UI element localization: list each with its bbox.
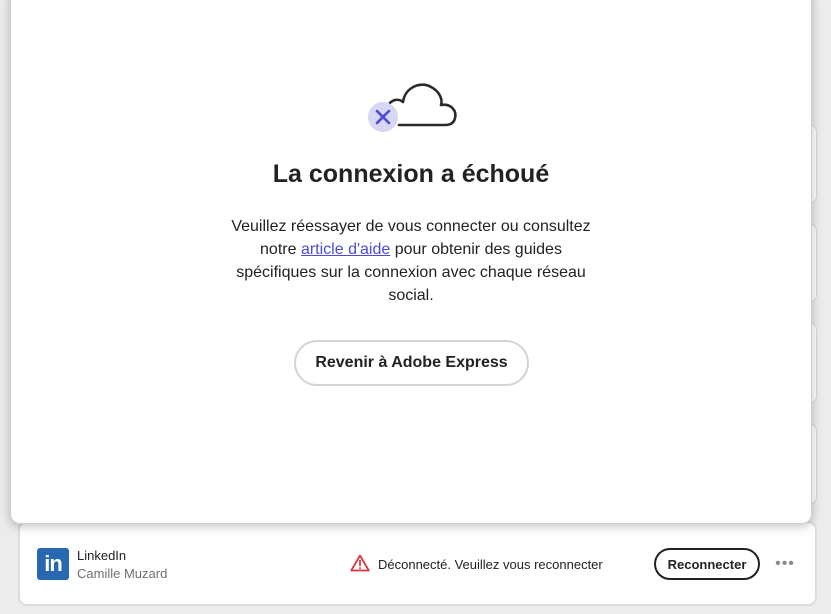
warning-icon [350,554,370,575]
more-options-icon[interactable]: ••• [773,553,797,575]
account-network-name: LinkedIn [77,548,127,563]
linkedin-logo-icon: in [37,548,69,580]
cloud-error-icon [365,71,465,137]
account-user-name: Camille Muzard [77,566,168,581]
connection-failed-dialog: La connexion a échoué Veuillez réessayer… [10,0,812,524]
connection-status: Déconnecté. Veuillez vous reconnecter [350,554,603,574]
app-stage: in LinkedIn Camille Muzard Déconnecté. V… [0,0,831,614]
status-text: Déconnecté. Veuillez vous reconnecter [378,556,603,572]
dialog-title: La connexion a échoué [272,160,550,188]
dialog-message: Veuillez réessayer de vous connecter ou … [231,215,591,307]
reconnect-button[interactable]: Reconnecter [654,548,760,580]
help-article-link[interactable]: article d'aide [301,241,390,258]
linkedin-account-row: in LinkedIn Camille Muzard Déconnecté. V… [18,521,817,606]
back-to-adobe-express-button[interactable]: Revenir à Adobe Express [294,340,529,386]
